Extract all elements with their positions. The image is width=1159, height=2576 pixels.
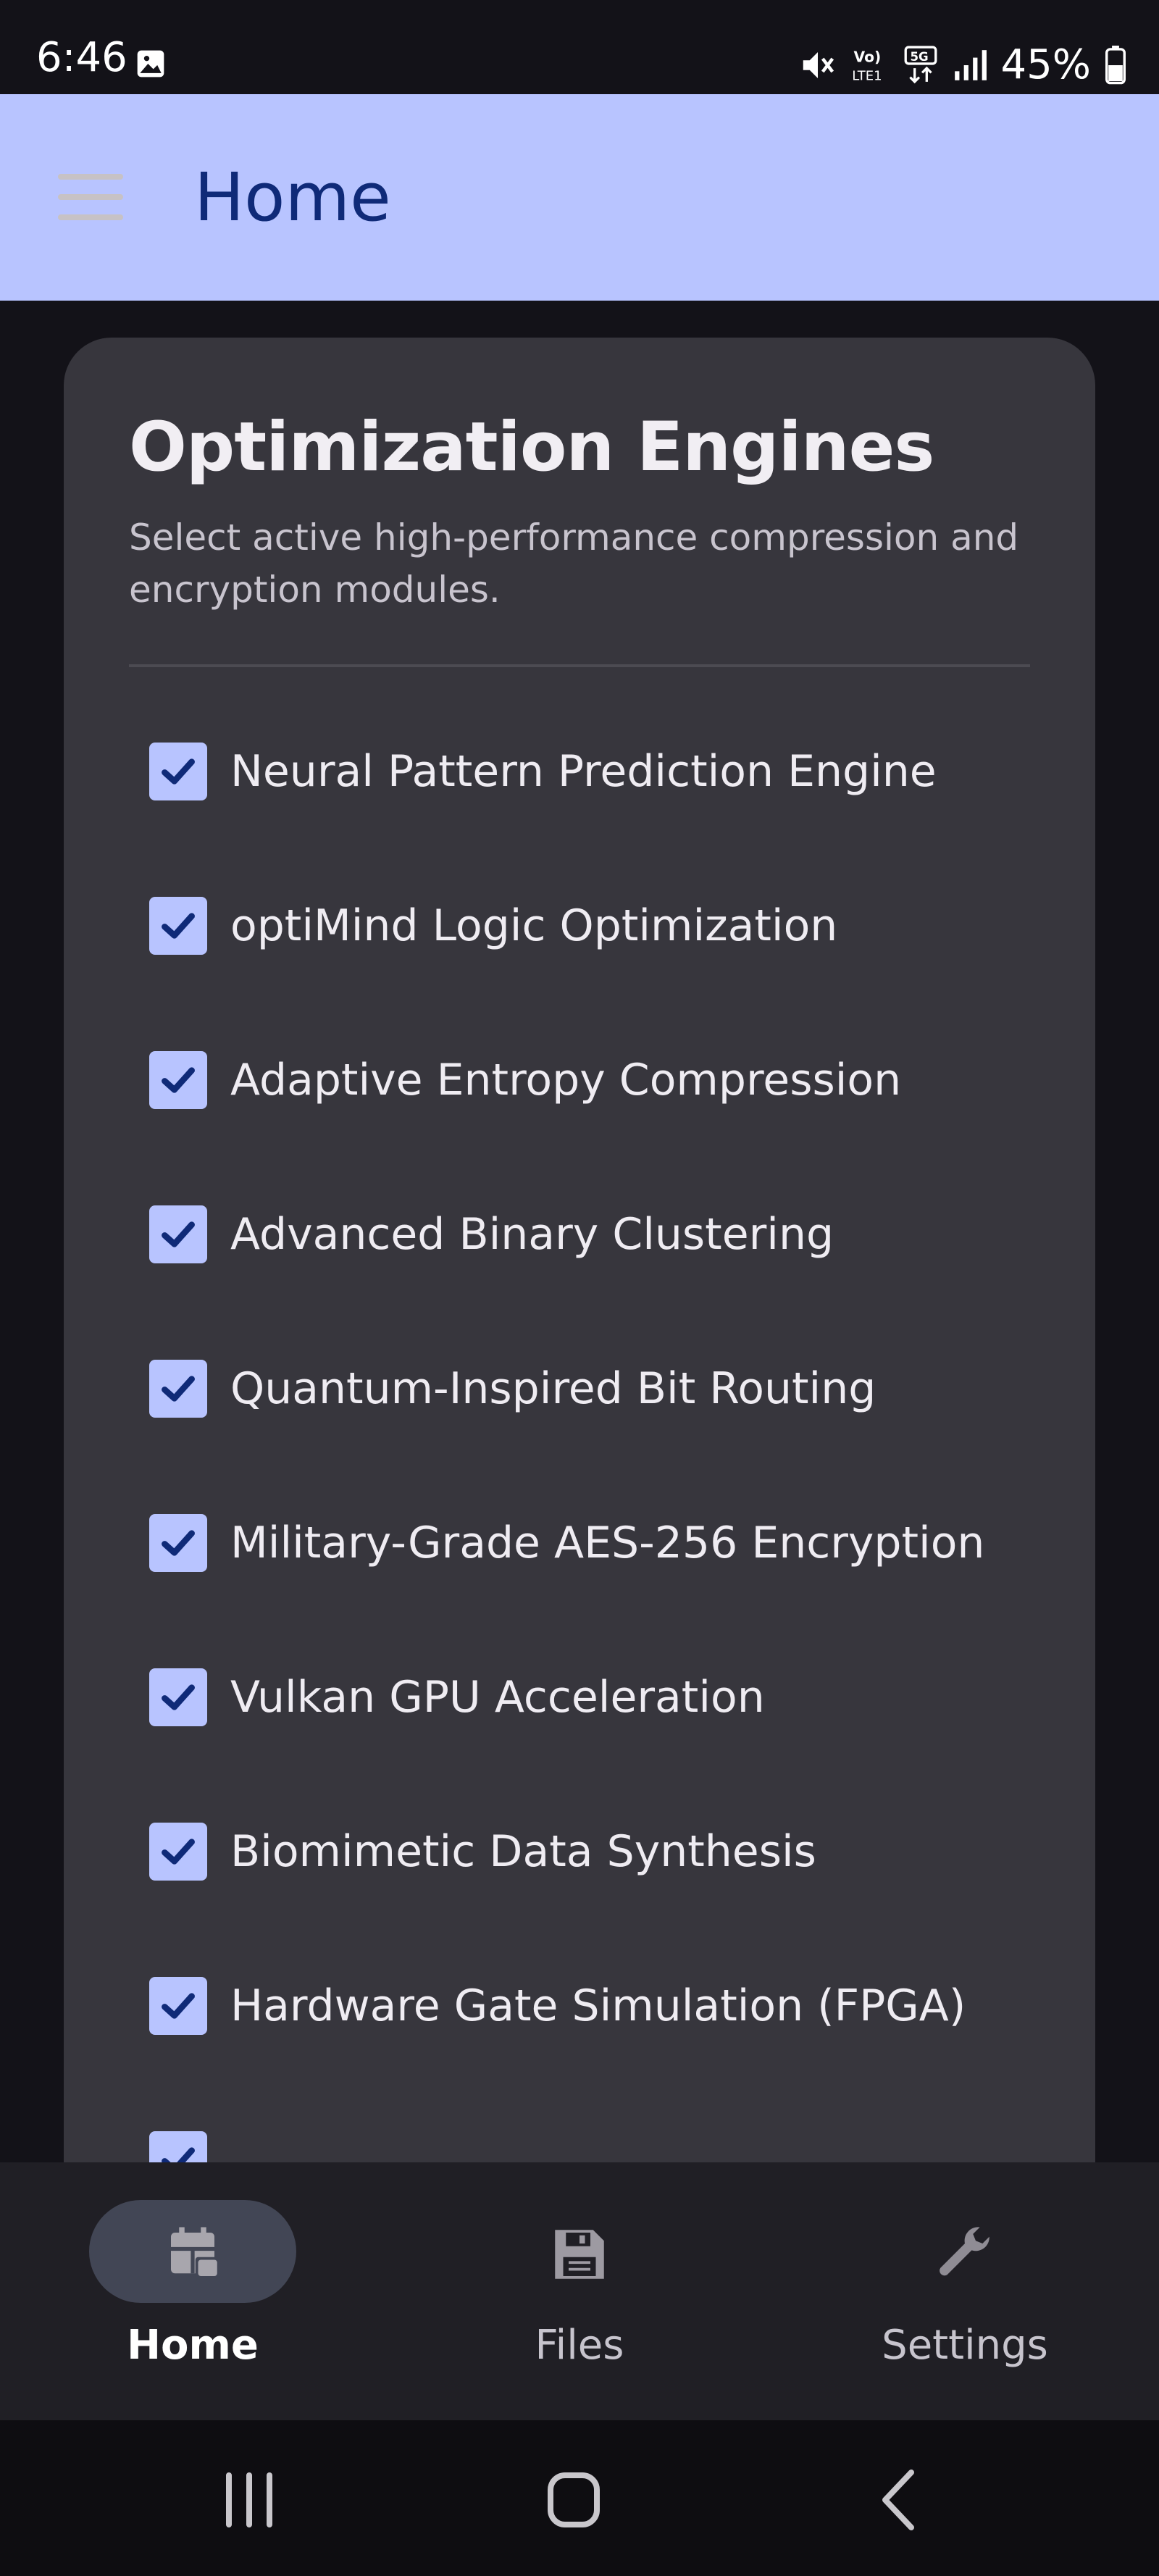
- gallery-icon: [137, 50, 164, 78]
- battery-percent: 45%: [1000, 41, 1091, 88]
- option-row[interactable]: Advanced Binary Clustering: [149, 1195, 1055, 1274]
- check-icon: [162, 1993, 195, 2019]
- option-row[interactable]: Biomimetic Data Synthesis: [149, 1812, 1055, 1891]
- nav-item-settings[interactable]: Settings: [820, 2162, 1110, 2420]
- battery-icon: [1105, 46, 1126, 85]
- checkbox[interactable]: [149, 1360, 207, 1418]
- checkbox[interactable]: [149, 1823, 207, 1881]
- recents-icon[interactable]: [206, 2464, 293, 2536]
- wrench-icon: [940, 2227, 989, 2276]
- check-icon: [162, 1376, 195, 1402]
- option-row[interactable]: Neural Pattern Prediction Engine: [149, 732, 1055, 811]
- check-icon: [162, 1067, 195, 1093]
- signal-icon: [954, 50, 987, 80]
- option-row[interactable]: Vulkan GPU Acceleration: [149, 1657, 1055, 1737]
- page-title: Home: [194, 159, 391, 236]
- option-label: Biomimetic Data Synthesis: [230, 1826, 816, 1877]
- check-icon: [162, 913, 195, 939]
- checkbox[interactable]: [149, 1205, 207, 1263]
- svg-text:5G: 5G: [910, 50, 928, 64]
- option-row[interactable]: Adaptive Entropy Compression: [149, 1040, 1055, 1120]
- system-nav-bar: [0, 2420, 1159, 2576]
- option-label: Vulkan GPU Acceleration: [230, 1672, 765, 1723]
- 5g-icon: 5G: [904, 46, 937, 84]
- option-label: Adaptive Entropy Compression: [230, 1055, 902, 1105]
- nav-label-files: Files: [535, 2322, 624, 2369]
- volte-icon: Vo) LTE1: [852, 49, 882, 84]
- optimization-engines-card: Optimization Engines Select active high-…: [64, 338, 1095, 2221]
- home-circle-icon[interactable]: [530, 2464, 617, 2536]
- home-apps-icon: [171, 2227, 220, 2279]
- hamburger-menu-icon[interactable]: [58, 174, 123, 225]
- check-icon: [162, 758, 195, 785]
- app-bar: [0, 94, 1159, 301]
- option-label: Military-Grade AES-256 Encryption: [230, 1518, 985, 1568]
- option-row[interactable]: Hardware Gate Simulation (FPGA): [149, 1966, 1055, 2046]
- bottom-nav: Home Files Settings: [0, 2162, 1159, 2420]
- check-icon: [162, 1839, 195, 1865]
- status-icons: Vo) LTE1 5G 45%: [798, 43, 1127, 87]
- card-title: Optimization Engines: [129, 408, 934, 487]
- status-time: 6:46: [36, 34, 127, 81]
- option-label: Quantum-Inspired Bit Routing: [230, 1363, 876, 1414]
- nav-item-home[interactable]: Home: [48, 2162, 338, 2420]
- check-icon: [162, 1530, 195, 1556]
- nav-label-home: Home: [127, 2322, 259, 2369]
- nav-label-settings: Settings: [882, 2322, 1048, 2369]
- back-chevron-icon[interactable]: [856, 2464, 943, 2536]
- card-subtitle: Select active high-performance compressi…: [129, 517, 1019, 611]
- option-label: Advanced Binary Clustering: [230, 1209, 834, 1260]
- svg-text:Vo): Vo): [853, 49, 881, 66]
- option-label: Hardware Gate Simulation (FPGA): [230, 1981, 966, 2031]
- check-icon: [162, 1221, 195, 1247]
- checkbox[interactable]: [149, 897, 207, 955]
- checkbox[interactable]: [149, 1514, 207, 1572]
- option-row[interactable]: Military-Grade AES-256 Encryption: [149, 1503, 1055, 1583]
- nav-item-files[interactable]: Files: [435, 2162, 724, 2420]
- option-row[interactable]: Quantum-Inspired Bit Routing: [149, 1349, 1055, 1429]
- checkbox[interactable]: [149, 1051, 207, 1109]
- mute-icon: [803, 52, 834, 78]
- check-icon: [162, 1684, 195, 1710]
- svg-text:LTE1: LTE1: [852, 68, 882, 83]
- divider: [129, 664, 1030, 667]
- checkbox[interactable]: [149, 1977, 207, 2035]
- option-label: Neural Pattern Prediction Engine: [230, 746, 937, 797]
- option-row[interactable]: optiMind Logic Optimization: [149, 886, 1055, 966]
- checkbox[interactable]: [149, 743, 207, 800]
- option-label: optiMind Logic Optimization: [230, 900, 838, 951]
- checkbox[interactable]: [149, 1668, 207, 1726]
- status-bar: 6:46 Vo) LTE1 5G 45%: [0, 0, 1159, 94]
- save-floppy-icon: [555, 2230, 604, 2279]
